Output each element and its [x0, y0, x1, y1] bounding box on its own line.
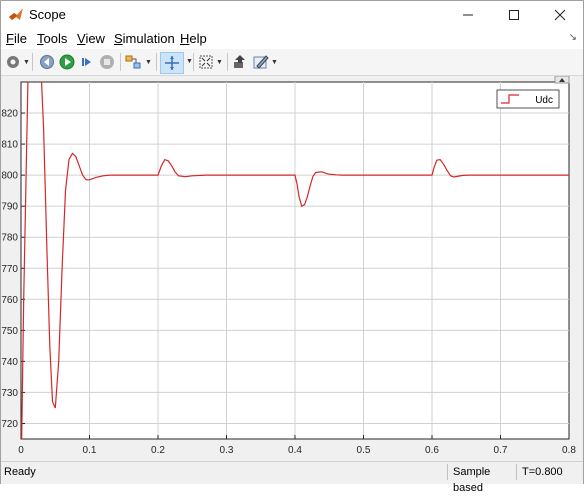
- scope-window: Scope File Tools View Simulation Help ↘ …: [0, 0, 584, 494]
- menu-help[interactable]: Help: [180, 31, 207, 46]
- restore-layout-icon: [234, 55, 245, 68]
- toolbar: ▼ ▼ ▼ ▼ ▼: [1, 49, 583, 76]
- status-time: T=0.800: [516, 464, 582, 480]
- x-tick-label: 0.4: [288, 445, 302, 456]
- y-tick-label: 790: [1, 202, 18, 213]
- close-button[interactable]: [537, 1, 583, 29]
- y-tick-label: 720: [1, 419, 18, 430]
- y-tick-label: 780: [1, 233, 18, 244]
- y-tick-label: 810: [1, 140, 18, 151]
- step-back-button[interactable]: [39, 52, 55, 72]
- run-icon: [59, 54, 75, 70]
- menu-tools[interactable]: Tools: [37, 31, 67, 46]
- menu-file[interactable]: File: [6, 31, 27, 46]
- title-bar: Scope: [1, 1, 583, 29]
- y-tick-label: 770: [1, 264, 18, 275]
- x-tick-label: 0.1: [83, 445, 97, 456]
- zoom-dropdown-arrow[interactable]: ▼: [186, 58, 193, 65]
- stop-button[interactable]: [99, 52, 115, 72]
- menu-simulation[interactable]: Simulation: [114, 31, 175, 46]
- highlight-block-icon: [125, 55, 141, 69]
- close-icon: [554, 9, 566, 21]
- y-tick-label: 740: [1, 357, 18, 368]
- step-back-icon: [40, 55, 54, 69]
- y-tick-label: 730: [1, 388, 18, 399]
- toolbar-separator: [227, 53, 228, 71]
- restore-layout-button[interactable]: [232, 52, 248, 72]
- highlight-block-button[interactable]: ▼: [125, 52, 152, 72]
- run-button[interactable]: [59, 52, 75, 72]
- toolbar-separator: [120, 53, 121, 71]
- toolbar-separator: [32, 53, 33, 71]
- y-tick-label: 760: [1, 295, 18, 306]
- zoom-cursor-button[interactable]: [160, 52, 184, 74]
- y-tick-label: 800: [1, 171, 18, 182]
- matlab-logo-icon: [9, 8, 23, 20]
- menu-bar: File Tools View Simulation Help ↘: [1, 29, 583, 49]
- fit-axes-icon: [199, 55, 213, 69]
- dock-arrow-icon[interactable]: ↘: [569, 32, 577, 43]
- y-tick-label: 750: [1, 326, 18, 337]
- stop-icon: [100, 55, 114, 69]
- maximize-icon: [509, 10, 519, 20]
- style-button[interactable]: ▼: [253, 52, 278, 72]
- status-ready-text: Ready: [4, 466, 36, 478]
- x-tick-label: 0.7: [494, 445, 508, 456]
- maximize-button[interactable]: [491, 1, 537, 29]
- fit-axes-button[interactable]: ▼: [198, 52, 223, 72]
- x-tick-label: 0: [18, 445, 24, 456]
- toolbar-separator: [193, 53, 194, 71]
- status-bar: Ready Sample based T=0.800: [1, 461, 583, 494]
- legend-label-udc: Udc: [535, 95, 553, 106]
- menu-view[interactable]: View: [77, 31, 105, 46]
- toolbar-separator: [156, 53, 157, 71]
- x-tick-label: 0.3: [220, 445, 234, 456]
- x-tick-label: 0.2: [151, 445, 165, 456]
- minimize-icon: [463, 14, 473, 16]
- minimize-button[interactable]: [445, 1, 491, 29]
- x-tick-label: 0.6: [425, 445, 439, 456]
- window-title: Scope: [29, 7, 66, 22]
- step-forward-button[interactable]: [79, 52, 95, 72]
- settings-gear-icon: [7, 56, 19, 68]
- style-icon: [253, 55, 269, 69]
- plot-area: 0 0.1 0.2 0.3 0.4 0.5 0.6 0.7 0.8 720 730 740 750 760…: [1, 75, 583, 460]
- settings-button[interactable]: ▼: [5, 52, 30, 72]
- scope-chart[interactable]: 0 0.1 0.2 0.3 0.4 0.5 0.6 0.7 0.8 720 730 740 750 760…: [1, 75, 583, 460]
- x-tick-label: 0.5: [357, 445, 371, 456]
- zoom-cursor-icon: [165, 56, 179, 70]
- y-tick-label: 820: [1, 109, 18, 120]
- status-sample-mode: Sample based: [447, 464, 517, 494]
- x-tick-label: 0.8: [562, 445, 576, 456]
- step-forward-icon: [82, 58, 91, 66]
